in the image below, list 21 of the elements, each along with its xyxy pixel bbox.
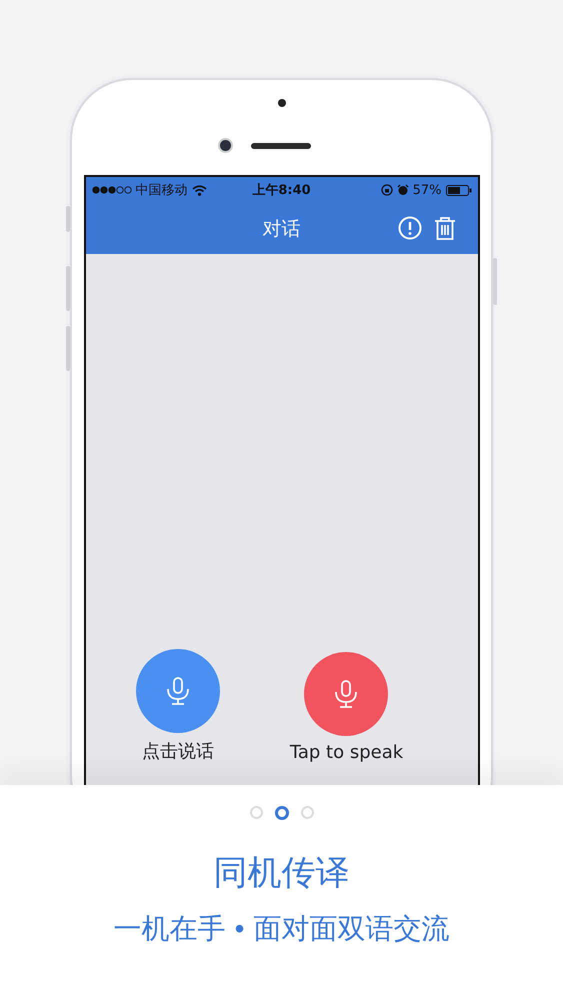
wifi-icon: [192, 184, 206, 196]
microphone-icon: [333, 679, 360, 709]
speak-label: Tap to speak: [290, 742, 404, 763]
sensor-icon: [278, 99, 286, 107]
signal-icon: [92, 186, 132, 194]
battery-icon: [446, 184, 472, 196]
status-time: 上午8:40: [252, 182, 311, 199]
camera-icon: [218, 138, 233, 153]
alarm-clock-icon: [396, 184, 409, 196]
carrier-name: 中国移动: [136, 182, 188, 199]
feature-subtitle: 一机在手 • 面对面双语交流: [114, 911, 450, 947]
battery-percent: 57%: [412, 182, 442, 198]
feature-heading: 同机传译: [214, 852, 350, 895]
rotation-lock-icon: [380, 184, 393, 196]
speaker-grille: [251, 142, 311, 148]
info-icon[interactable]: [398, 216, 422, 240]
nav-title: 对话: [262, 216, 300, 242]
microphone-icon: [164, 676, 191, 706]
page-dot[interactable]: [274, 806, 288, 820]
trash-icon[interactable]: [434, 216, 456, 240]
speak-label: 点击说话: [142, 740, 214, 763]
